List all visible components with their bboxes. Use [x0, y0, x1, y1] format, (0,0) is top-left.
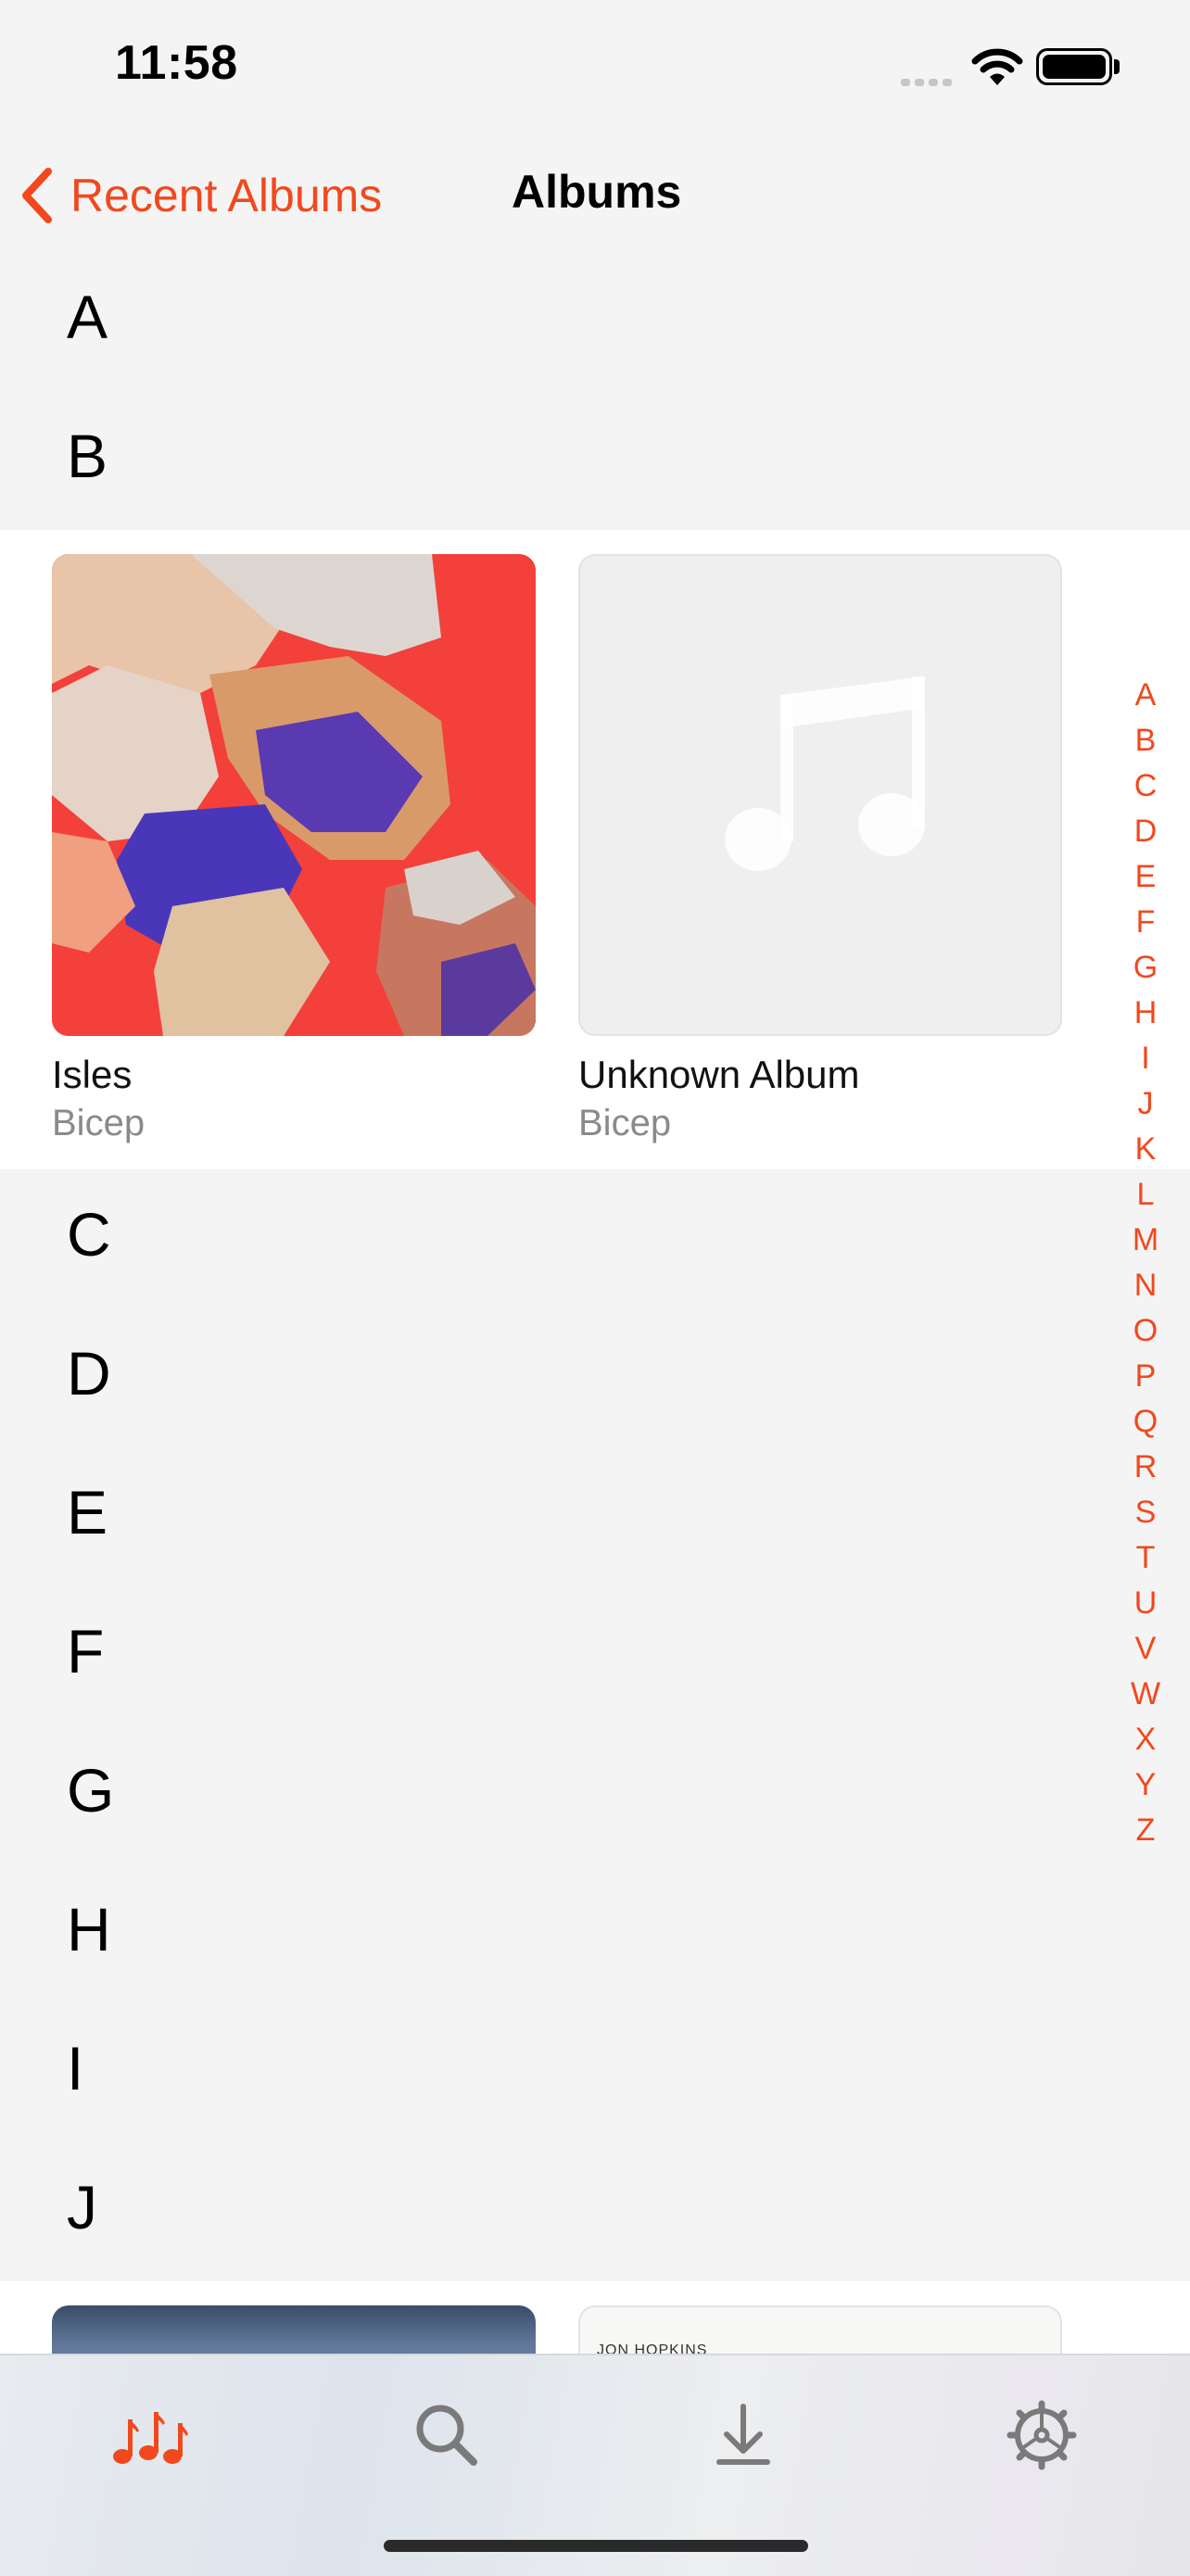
- index-letter-d[interactable]: D: [1127, 809, 1164, 854]
- section-header-b: B: [0, 391, 1112, 530]
- index-letter-u[interactable]: U: [1127, 1581, 1164, 1626]
- tab-library[interactable]: [104, 2389, 196, 2481]
- index-letter-x[interactable]: X: [1127, 1717, 1164, 1762]
- section-header-h: H: [0, 1864, 1112, 2003]
- back-button[interactable]: Recent Albums: [20, 163, 382, 228]
- album-cover-isles: [52, 554, 536, 1036]
- section-header-i: I: [0, 2003, 1112, 2142]
- alphabet-index[interactable]: ABCDEFGHIJKLMNOPQRSTUVWXYZ: [1127, 673, 1164, 1853]
- index-letter-t[interactable]: T: [1127, 1535, 1164, 1581]
- index-letter-o[interactable]: O: [1127, 1308, 1164, 1354]
- section-letter: E: [67, 1478, 108, 1547]
- index-letter-v[interactable]: V: [1127, 1626, 1164, 1672]
- page-title: Albums: [512, 166, 682, 218]
- section-letter: D: [67, 1339, 111, 1408]
- section-header-j: J: [0, 2142, 1112, 2281]
- status-time: 11:58: [115, 36, 238, 90]
- index-letter-z[interactable]: Z: [1127, 1808, 1164, 1853]
- section-header-d: D: [0, 1308, 1112, 1447]
- index-letter-s[interactable]: S: [1127, 1490, 1164, 1535]
- index-letter-n[interactable]: N: [1127, 1263, 1164, 1308]
- section-header-g: G: [0, 1725, 1112, 1864]
- battery-cap: [1114, 59, 1120, 74]
- index-letter-l[interactable]: L: [1127, 1172, 1164, 1218]
- index-letter-w[interactable]: W: [1127, 1672, 1164, 1717]
- section-header-f: F: [0, 1586, 1112, 1725]
- chevron-left-icon: [22, 168, 52, 223]
- index-letter-m[interactable]: M: [1127, 1218, 1164, 1263]
- index-letter-k[interactable]: K: [1127, 1127, 1164, 1172]
- index-letter-r[interactable]: R: [1127, 1445, 1164, 1490]
- tab-settings[interactable]: [995, 2389, 1088, 2481]
- album-grid-b: Isles Bicep Unknown Album Bicep: [0, 530, 1190, 1169]
- index-letter-b[interactable]: B: [1127, 718, 1164, 764]
- section-letter: G: [67, 1756, 115, 1825]
- section-letter: I: [67, 2034, 84, 2102]
- settings-icon: [1006, 2400, 1077, 2470]
- music-note-icon: [725, 676, 925, 871]
- album-title: Isles: [52, 1053, 133, 1096]
- music-notes-icon: [113, 2412, 188, 2464]
- tab-downloads[interactable]: [697, 2389, 790, 2481]
- index-letter-y[interactable]: Y: [1127, 1762, 1164, 1808]
- section-header-c: C: [0, 1169, 1112, 1308]
- index-letter-j[interactable]: J: [1127, 1081, 1164, 1127]
- section-letter: H: [67, 1895, 111, 1964]
- wifi-icon: [971, 46, 1023, 92]
- album-grid-j: JON HOPKINS: [0, 2281, 1190, 2365]
- index-letter-g[interactable]: G: [1127, 945, 1164, 991]
- section-header-a: A: [0, 252, 1112, 391]
- album-title: Unknown Album: [578, 1053, 860, 1096]
- battery-icon: [1036, 48, 1112, 85]
- home-indicator: [384, 2540, 808, 2552]
- search-icon: [416, 2405, 477, 2466]
- index-letter-p[interactable]: P: [1127, 1354, 1164, 1399]
- index-letter-h[interactable]: H: [1127, 991, 1164, 1036]
- index-letter-a[interactable]: A: [1127, 673, 1164, 718]
- index-letter-i[interactable]: I: [1127, 1036, 1164, 1081]
- album-cover-placeholder: [578, 554, 1062, 1036]
- download-icon: [716, 2404, 770, 2465]
- section-letter: B: [67, 422, 108, 490]
- status-bar: 11:58: [0, 0, 1190, 130]
- album-card-unknown[interactable]: Unknown Album Bicep: [578, 554, 1062, 1144]
- tab-search[interactable]: [400, 2389, 493, 2481]
- section-letter: A: [67, 283, 108, 351]
- section-header-e: E: [0, 1447, 1112, 1586]
- index-letter-q[interactable]: Q: [1127, 1399, 1164, 1445]
- album-card-isles[interactable]: Isles Bicep: [52, 554, 536, 1144]
- index-letter-c[interactable]: C: [1127, 764, 1164, 809]
- album-artist: Bicep: [52, 1103, 146, 1143]
- section-letter: F: [67, 1617, 105, 1686]
- back-button-label: Recent Albums: [70, 170, 383, 221]
- cellular-signal-icon: [901, 74, 956, 91]
- section-letter: J: [67, 2173, 97, 2241]
- navigation-bar: Recent Albums Albums: [0, 148, 1190, 241]
- index-letter-e[interactable]: E: [1127, 854, 1164, 900]
- album-artist: Bicep: [578, 1103, 672, 1143]
- index-letter-f[interactable]: F: [1127, 900, 1164, 945]
- section-letter: C: [67, 1200, 111, 1269]
